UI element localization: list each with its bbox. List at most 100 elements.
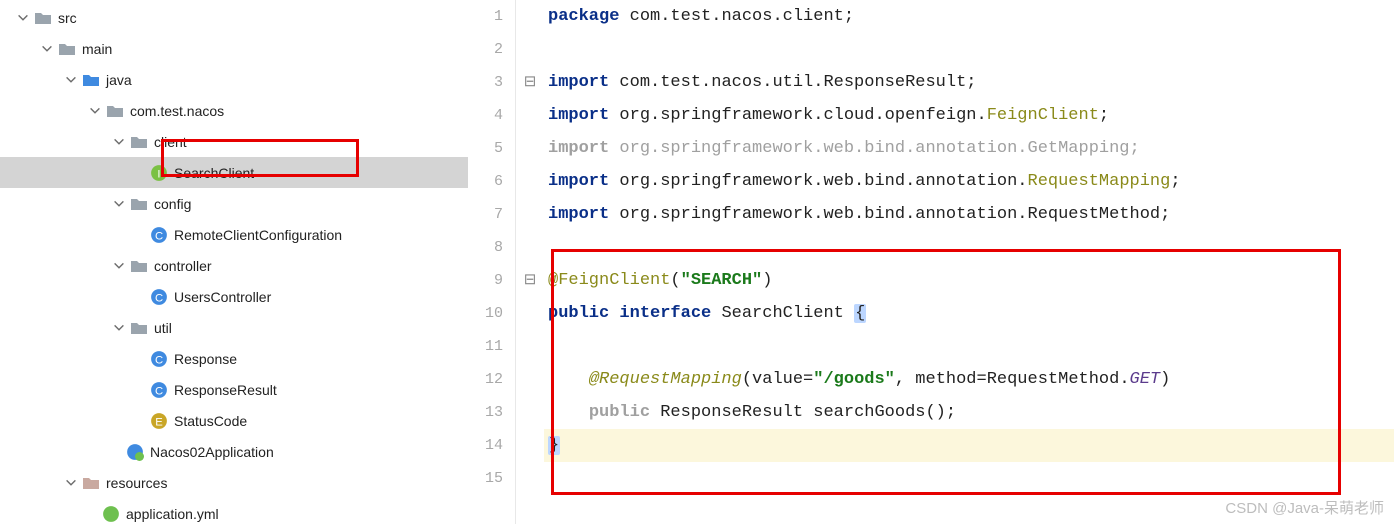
code-area[interactable]: package com.test.nacos.client; import co… [544,0,1394,524]
tree-label: UsersController [174,289,271,305]
line-number: 8 [468,231,503,264]
tree-label: StatusCode [174,413,247,429]
package-icon [106,103,124,119]
chevron-down-icon [112,321,126,335]
code-line[interactable]: import org.springframework.web.bind.anno… [544,132,1394,165]
watermark-text: CSDN @Java-呆萌老师 [1225,497,1384,518]
folder-icon [34,10,52,26]
code-line[interactable]: @FeignClient("SEARCH") [544,264,1394,297]
folder-icon [130,196,148,212]
code-line[interactable]: @RequestMapping(value="/goods", method=R… [544,363,1394,396]
class-icon: C [150,382,168,398]
line-number: 10 [468,297,503,330]
tree-label: RemoteClientConfiguration [174,227,342,243]
chevron-down-icon [112,135,126,149]
enum-icon: E [150,413,168,429]
line-number: 13 [468,396,503,429]
chevron-down-icon [64,476,78,490]
resources-folder-icon [82,475,100,491]
folder-icon [130,134,148,150]
svg-text:C: C [155,354,163,366]
tree-label: config [154,196,191,212]
tree-row-controller[interactable]: controller [0,250,468,281]
line-number: 6 [468,165,503,198]
code-line[interactable] [544,330,1394,363]
tree-row-remoteconfig[interactable]: C RemoteClientConfiguration [0,219,468,250]
line-number: 14 [468,429,503,462]
svg-text:I: I [157,168,160,180]
chevron-down-icon [88,104,102,118]
code-editor[interactable]: 1 2 3 4 5 6 7 8 9 10 11 12 13 14 15 ⊟ ⊟ … [468,0,1394,524]
code-line[interactable]: import org.springframework.web.bind.anno… [544,198,1394,231]
line-number-gutter: 1 2 3 4 5 6 7 8 9 10 11 12 13 14 15 [468,0,516,524]
svg-text:C: C [155,385,163,397]
project-tree[interactable]: src main java com.test.nacos client I Se… [0,0,468,524]
tree-row-resources[interactable]: resources [0,467,468,498]
code-line[interactable]: public ResponseResult searchGoods(); [544,396,1394,429]
fold-marker-icon[interactable]: ⊟ [516,66,544,99]
line-number: 7 [468,198,503,231]
folder-icon [58,41,76,57]
tree-label: ResponseResult [174,382,277,398]
line-number: 2 [468,33,503,66]
class-icon: C [150,227,168,243]
fold-marker-icon[interactable]: ⊟ [516,264,544,297]
code-line[interactable]: package com.test.nacos.client; [544,0,1394,33]
tree-row-responseresult[interactable]: C ResponseResult [0,374,468,405]
tree-row-statuscode[interactable]: E StatusCode [0,405,468,436]
tree-row-userscontroller[interactable]: C UsersController [0,281,468,312]
chevron-down-icon [40,42,54,56]
tree-label: Nacos02Application [150,444,274,460]
tree-row-java[interactable]: java [0,64,468,95]
code-line-current[interactable]: } [544,429,1394,462]
code-line[interactable] [544,33,1394,66]
tree-label: com.test.nacos [130,103,224,119]
interface-icon: I [150,165,168,181]
tree-row-searchclient[interactable]: I SearchClient [0,157,468,188]
line-number: 3 [468,66,503,99]
class-icon: C [150,289,168,305]
tree-label: client [154,134,187,150]
tree-label: resources [106,475,167,491]
line-number: 1 [468,0,503,33]
tree-label: main [82,41,112,57]
spring-app-icon [126,444,144,460]
tree-label: controller [154,258,212,274]
line-number: 4 [468,99,503,132]
tree-row-response[interactable]: C Response [0,343,468,374]
line-number: 11 [468,330,503,363]
code-line[interactable]: import com.test.nacos.util.ResponseResul… [544,66,1394,99]
line-number: 12 [468,363,503,396]
line-number: 15 [468,462,503,495]
svg-text:E: E [155,416,163,428]
tree-row-app[interactable]: Nacos02Application [0,436,468,467]
code-line[interactable] [544,231,1394,264]
code-line[interactable]: import org.springframework.cloud.openfei… [544,99,1394,132]
tree-row-package[interactable]: com.test.nacos [0,95,468,126]
code-line[interactable] [544,462,1394,495]
tree-label: src [58,10,77,26]
yml-icon [102,506,120,522]
tree-label: SearchClient [174,165,254,181]
chevron-down-icon [112,259,126,273]
folder-icon [130,320,148,336]
tree-label: application.yml [126,506,219,522]
folder-icon [130,258,148,274]
code-line[interactable]: public interface SearchClient { [544,297,1394,330]
chevron-down-icon [112,197,126,211]
tree-row-appyml[interactable]: application.yml [0,498,468,529]
code-line[interactable]: import org.springframework.web.bind.anno… [544,165,1394,198]
svg-text:C: C [155,292,163,304]
tree-row-src[interactable]: src [0,2,468,33]
folder-source-icon [82,72,100,88]
tree-row-util[interactable]: util [0,312,468,343]
tree-label: Response [174,351,237,367]
tree-row-main[interactable]: main [0,33,468,64]
tree-row-client[interactable]: client [0,126,468,157]
tree-label: java [106,72,132,88]
fold-gutter[interactable]: ⊟ ⊟ [516,0,544,524]
svg-text:C: C [155,230,163,242]
chevron-down-icon [64,73,78,87]
tree-row-config[interactable]: config [0,188,468,219]
line-number: 9 [468,264,503,297]
